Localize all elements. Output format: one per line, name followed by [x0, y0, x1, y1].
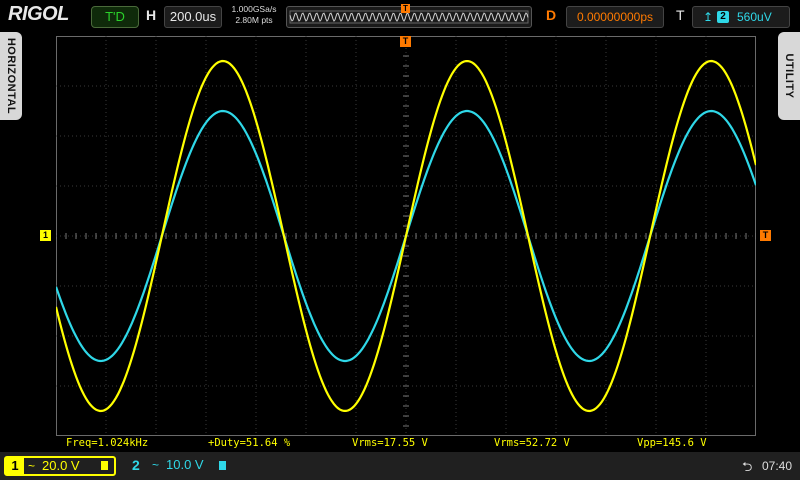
measurement-bar: Freq=1.024kHz +Duty=51.64 % Vrms=17.55 V…: [56, 436, 756, 452]
ch1-ground-marker[interactable]: 1: [40, 230, 51, 241]
ch1-coupling-icon: ~: [28, 459, 36, 473]
clock: 07:40: [762, 459, 793, 473]
measurement-vrms-ch2: Vrms=52.72 V: [494, 437, 570, 449]
measurement-vrms-ch1: Vrms=17.55 V: [352, 437, 428, 449]
utility-tab-label: UTILITY: [783, 53, 795, 99]
acquisition-info: 1.000GSa/s 2.80M pts: [226, 4, 282, 26]
ch1-number: 1: [6, 458, 24, 474]
memory-depth: 2.80M pts: [235, 15, 273, 25]
trigger-settings[interactable]: ↥ 2 560uV: [692, 6, 790, 28]
ch2-probe-icon: [219, 461, 226, 470]
delay-label: D: [546, 7, 557, 23]
measurement-freq: Freq=1.024kHz: [66, 437, 149, 449]
run-status-badge[interactable]: T'D: [91, 6, 139, 28]
trigger-position-marker[interactable]: T: [400, 36, 411, 47]
channel-status-bar: 1 ~ 20.0 V 2 ~ 10.0 V ⮌ 07:40: [0, 452, 800, 480]
trigger-label: T: [676, 7, 685, 23]
brand-logo: RIGOL: [8, 3, 69, 25]
sample-rate: 1.000GSa/s: [231, 4, 277, 14]
ch1-probe-icon: [101, 461, 108, 470]
horizontal-tab-label: HORIZONTAL: [5, 37, 17, 115]
trigger-source-badge: 2: [717, 11, 729, 23]
top-status-bar: RIGOL T'D H 200.0us 1.000GSa/s 2.80M pts…: [0, 0, 800, 32]
ch2-coupling-icon: ~: [152, 458, 160, 472]
timebase-value[interactable]: 200.0us: [164, 6, 222, 28]
ch1-status[interactable]: 1 ~ 20.0 V: [4, 456, 116, 476]
waveform-display[interactable]: [56, 36, 756, 436]
horizontal-menu-tab[interactable]: HORIZONTAL: [0, 32, 22, 120]
ch1-scale: 20.0 V: [42, 458, 80, 473]
horizontal-delay-value[interactable]: 0.00000000ps: [566, 6, 664, 28]
utility-menu-tab[interactable]: UTILITY: [778, 32, 800, 120]
trigger-level-marker[interactable]: T: [760, 230, 771, 241]
trigger-position-marker-overview: T: [401, 4, 410, 13]
ch2-number: 2: [132, 457, 140, 473]
ch2-scale: 10.0 V: [166, 457, 204, 472]
trigger-level-value: 560uV: [737, 10, 772, 24]
usb-icon: ⮌: [742, 459, 753, 474]
ch2-status[interactable]: 2 ~ 10.0 V: [124, 456, 236, 476]
measurement-duty: +Duty=51.64 %: [208, 437, 291, 449]
measurement-vpp: Vpp=145.6 V: [637, 437, 707, 449]
rising-edge-icon: ↥: [703, 10, 714, 24]
ch1-waveform: [56, 59, 756, 413]
horizontal-label: H: [146, 7, 157, 23]
